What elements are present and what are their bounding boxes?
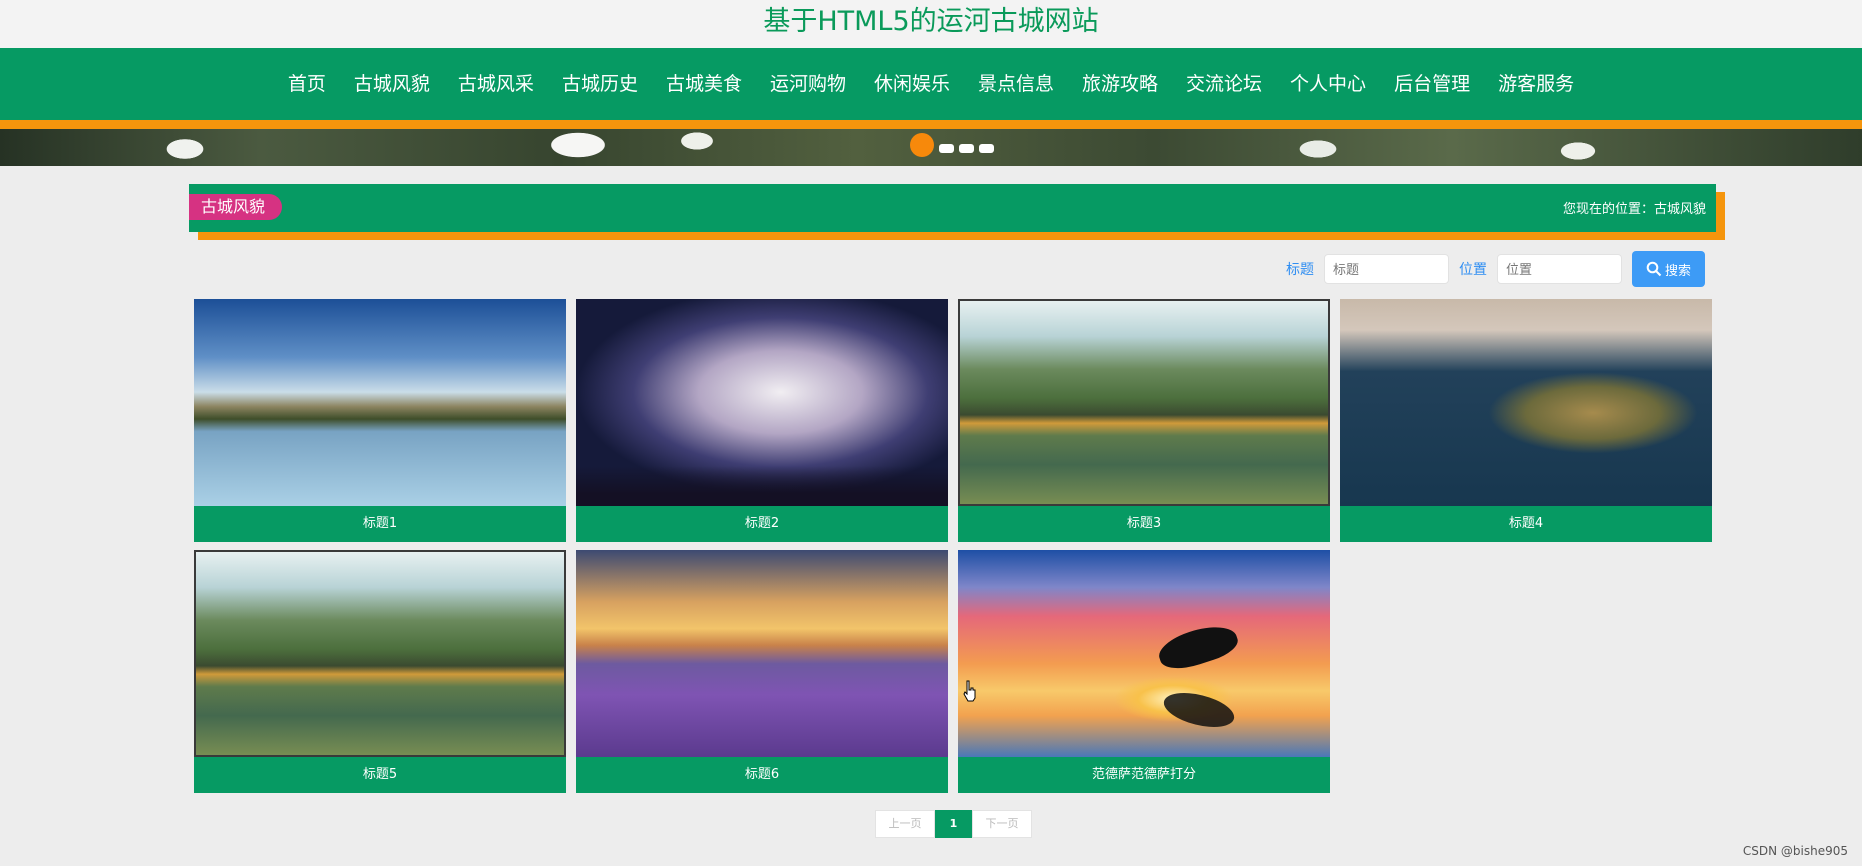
- nav-admin[interactable]: 后台管理: [1380, 48, 1484, 120]
- nav-city-style[interactable]: 古城风采: [444, 48, 548, 120]
- card-image: [958, 550, 1330, 757]
- carousel-dot-active[interactable]: [910, 133, 934, 157]
- position-search-input[interactable]: [1497, 254, 1622, 284]
- card-image: [576, 299, 948, 506]
- carousel-dot[interactable]: [939, 143, 954, 153]
- pagination: 上一页 1 下一页: [875, 810, 1032, 838]
- nav-leisure[interactable]: 休闲娱乐: [860, 48, 964, 120]
- content-card[interactable]: 标题3: [958, 299, 1330, 542]
- nav-forum[interactable]: 交流论坛: [1172, 48, 1276, 120]
- card-image: [194, 550, 566, 757]
- card-image: [1340, 299, 1712, 506]
- banner-carousel: [0, 129, 1862, 166]
- card-title: 标题2: [744, 516, 780, 531]
- main-nav: 首页 古城风貌 古城风采 古城历史 古城美食 运河购物 休闲娱乐 景点信息 旅游…: [0, 48, 1862, 129]
- carousel-dot[interactable]: [959, 143, 974, 153]
- nav-travel-guide[interactable]: 旅游攻略: [1068, 48, 1172, 120]
- card-title: 范德萨范德萨打分: [1091, 767, 1196, 782]
- watermark: CSDN @bishe905: [1742, 844, 1848, 858]
- nav-city-history[interactable]: 古城历史: [548, 48, 652, 120]
- card-image: [958, 299, 1330, 506]
- nav-canal-shopping[interactable]: 运河购物: [756, 48, 860, 120]
- nav-user-center[interactable]: 个人中心: [1276, 48, 1380, 120]
- card-image: [194, 299, 566, 506]
- search-button[interactable]: 搜索: [1632, 251, 1705, 287]
- content-card[interactable]: 范德萨范德萨打分: [958, 550, 1330, 793]
- nav-visitor-service[interactable]: 游客服务: [1484, 48, 1588, 120]
- content-card[interactable]: 标题6: [576, 550, 948, 793]
- breadcrumb: 您现在的位置：古城风貌: [1562, 202, 1706, 217]
- prev-page-button[interactable]: 上一页: [875, 810, 935, 838]
- card-title: 标题3: [1126, 516, 1162, 531]
- hand-pointer-icon: [963, 680, 976, 702]
- card-title: 标题1: [362, 516, 398, 531]
- card-title: 标题6: [744, 767, 780, 782]
- nav-scenic-info[interactable]: 景点信息: [964, 48, 1068, 120]
- content-card[interactable]: 标题4: [1340, 299, 1712, 542]
- carousel-dot[interactable]: [979, 143, 994, 153]
- site-title: 基于HTML5的运河古城网站: [0, 0, 1862, 48]
- search-icon: [1646, 261, 1662, 277]
- nav-home[interactable]: 首页: [274, 48, 340, 120]
- content-card[interactable]: 标题1: [194, 299, 566, 542]
- carousel-dots: [910, 133, 994, 157]
- position-label: 位置: [1459, 262, 1487, 278]
- search-button-label: 搜索: [1664, 262, 1691, 278]
- section-header: 古城风貌 您现在的位置：古城风貌: [189, 184, 1716, 232]
- card-image: [576, 550, 948, 757]
- nav-city-food[interactable]: 古城美食: [652, 48, 756, 120]
- page-1-button[interactable]: 1: [935, 810, 972, 838]
- title-search-input[interactable]: [1324, 254, 1449, 284]
- nav-city-scenery[interactable]: 古城风貌: [340, 48, 444, 120]
- search-bar: 标题 位置 搜索: [1286, 251, 1705, 287]
- section-tag: 古城风貌: [189, 194, 282, 220]
- content-card[interactable]: 标题5: [194, 550, 566, 793]
- content-card[interactable]: 标题2: [576, 299, 948, 542]
- title-label: 标题: [1286, 262, 1314, 278]
- next-page-button[interactable]: 下一页: [972, 810, 1032, 838]
- card-title: 标题5: [362, 767, 398, 782]
- card-grid: 标题1 标题2 标题3 标题4 标题5 标题6 范德萨范德萨打分: [194, 299, 1712, 793]
- card-title: 标题4: [1508, 516, 1544, 531]
